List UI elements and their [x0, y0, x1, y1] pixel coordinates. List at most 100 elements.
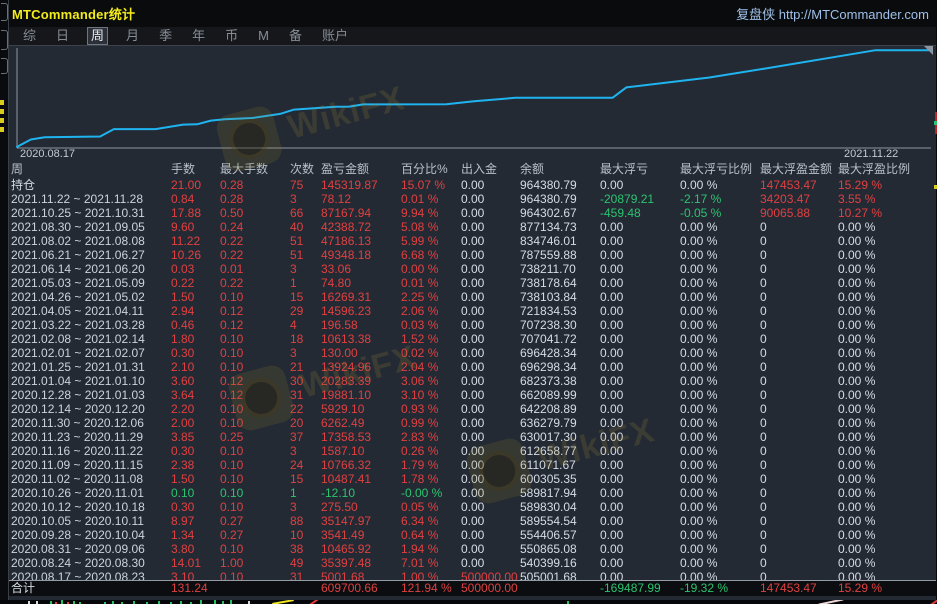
value-cell: -459.48 — [600, 206, 680, 220]
menu-item-币[interactable]: 币 — [223, 28, 240, 44]
value-cell: 3 — [290, 346, 321, 360]
menu-item-综[interactable]: 综 — [21, 28, 38, 44]
value-cell: 0.00 — [600, 416, 680, 430]
brand-link[interactable]: 复盘侠 http://MTCommander.com — [736, 4, 929, 23]
table-row[interactable]: 2020.10.12 ~ 2020.10.180.300.103275.500.… — [9, 500, 936, 514]
value-cell: 0.00 % — [680, 276, 760, 290]
value-cell: 51 — [290, 234, 321, 248]
value-cell: 964380.79 — [520, 178, 600, 192]
menu-item-日[interactable]: 日 — [54, 28, 71, 44]
period-cell: 2021.04.26 ~ 2021.05.02 — [11, 290, 171, 304]
mini-bar — [214, 600, 216, 604]
value-cell: 0 — [760, 262, 838, 276]
value-cell: 0.10 — [220, 542, 290, 556]
value-cell: 6.68 % — [401, 248, 461, 262]
value-cell: -0.00 % — [401, 486, 461, 500]
table-row[interactable]: 2020.10.26 ~ 2020.11.010.100.101-12.10-0… — [9, 486, 936, 500]
value-cell: 17.88 — [171, 206, 220, 220]
value-cell: 0 — [760, 374, 838, 388]
table-row[interactable]: 2020.11.09 ~ 2020.11.152.380.102410766.3… — [9, 458, 936, 472]
menu-item-周[interactable]: 周 — [87, 27, 108, 45]
value-cell: 15 — [290, 472, 321, 486]
value-cell: 0 — [760, 542, 838, 556]
period-cell: 2021.10.25 ~ 2021.10.31 — [11, 206, 171, 220]
value-cell: 2.25 % — [401, 290, 461, 304]
menu-item-备[interactable]: 备 — [287, 28, 304, 44]
table-row[interactable]: 2020.12.28 ~ 2021.01.033.640.123119881.1… — [9, 388, 936, 402]
value-cell: 3.10 % — [401, 388, 461, 402]
value-cell: 6262.49 — [321, 416, 401, 430]
table-row[interactable]: 2020.10.05 ~ 2020.10.118.970.278835147.9… — [9, 514, 936, 528]
table-row[interactable]: 2021.01.04 ~ 2021.01.103.600.123020283.3… — [9, 374, 936, 388]
table-row[interactable]: 2020.08.24 ~ 2020.08.3014.011.004935397.… — [9, 556, 936, 570]
value-cell: 0.00 — [461, 304, 520, 318]
table-row[interactable]: 2021.11.22 ~ 2021.11.280.840.28378.120.0… — [9, 192, 936, 206]
table-row[interactable]: 2021.06.21 ~ 2021.06.2710.260.225149348.… — [9, 248, 936, 262]
value-cell: 0.00 % — [680, 304, 760, 318]
table-row[interactable]: 2020.08.31 ~ 2020.09.063.800.103810465.9… — [9, 542, 936, 556]
table-row[interactable]: 2021.10.25 ~ 2021.10.3117.880.506687167.… — [9, 206, 936, 220]
value-cell: 0.00 % — [680, 444, 760, 458]
table-row[interactable]: 2020.12.14 ~ 2020.12.202.200.10225929.10… — [9, 402, 936, 416]
menu-item-季[interactable]: 季 — [157, 28, 174, 44]
table-row[interactable]: 2021.04.05 ~ 2021.04.112.940.122914596.2… — [9, 304, 936, 318]
value-cell — [220, 581, 290, 596]
value-cell: 0.10 — [220, 360, 290, 374]
table-row[interactable]: 2020.09.28 ~ 2020.10.041.340.27103541.49… — [9, 528, 936, 542]
table-row[interactable]: 2021.01.25 ~ 2021.01.312.100.102113924.9… — [9, 360, 936, 374]
weekly-stats-table: 周手数最大手数次数盈亏金额百分比%出入金余额最大浮亏最大浮亏比例最大浮盈金额最大… — [9, 161, 936, 596]
value-cell: 738178.64 — [520, 276, 600, 290]
table-row[interactable]: 2021.06.14 ~ 2021.06.200.030.01333.060.0… — [9, 262, 936, 276]
menu-item-M[interactable]: M — [256, 28, 271, 44]
value-cell: 34203.47 — [760, 192, 838, 206]
period-cell: 2020.10.12 ~ 2020.10.18 — [11, 500, 171, 514]
value-cell: 0.00 — [600, 542, 680, 556]
value-cell: 3 — [290, 262, 321, 276]
table-row[interactable]: 2021.08.30 ~ 2021.09.059.600.244042388.7… — [9, 220, 936, 234]
value-cell: 3 — [290, 192, 321, 206]
table-row[interactable]: 2020.11.02 ~ 2020.11.081.500.101510487.4… — [9, 472, 936, 486]
value-cell: 2.00 — [171, 416, 220, 430]
period-cell: 2021.08.30 ~ 2021.09.05 — [11, 220, 171, 234]
chart-corner-marker — [924, 46, 933, 55]
table-row[interactable]: 2021.03.22 ~ 2021.03.280.460.124196.580.… — [9, 318, 936, 332]
table-row[interactable]: 2021.05.03 ~ 2021.05.090.220.22174.800.0… — [9, 276, 936, 290]
table-row[interactable]: 2021.02.08 ~ 2021.02.141.800.101810613.3… — [9, 332, 936, 346]
value-cell: 0.00 % — [838, 416, 936, 430]
column-header: 盈亏金额 — [321, 161, 401, 178]
table-row[interactable]: 2020.11.23 ~ 2020.11.293.850.253717358.5… — [9, 430, 936, 444]
value-cell: 5.99 % — [401, 234, 461, 248]
left-edge-artifact — [0, 0, 8, 604]
table-row[interactable]: 2021.02.01 ~ 2021.02.070.300.103130.000.… — [9, 346, 936, 360]
value-cell: 2.04 % — [401, 360, 461, 374]
value-cell: 31 — [290, 388, 321, 402]
table-row[interactable]: 2021.08.02 ~ 2021.08.0811.220.225147186.… — [9, 234, 936, 248]
menu-item-月[interactable]: 月 — [124, 28, 141, 44]
value-cell: 3.80 — [171, 542, 220, 556]
value-cell: 9.60 — [171, 220, 220, 234]
menu-item-账户[interactable]: 账户 — [320, 28, 350, 44]
table-row[interactable]: 2020.11.16 ~ 2020.11.220.300.1031587.100… — [9, 444, 936, 458]
table-total-row[interactable]: 合计131.24609700.66121.94 %500000.00-16948… — [9, 580, 936, 596]
value-cell: 10487.41 — [321, 472, 401, 486]
value-cell: 0 — [760, 318, 838, 332]
value-cell: 738211.70 — [520, 262, 600, 276]
value-cell: 738103.84 — [520, 290, 600, 304]
value-cell: 0 — [760, 514, 838, 528]
value-cell: 0.10 — [220, 500, 290, 514]
value-cell: 14596.23 — [321, 304, 401, 318]
value-cell: 15 — [290, 290, 321, 304]
table-row[interactable]: 2020.11.30 ~ 2020.12.062.000.10206262.49… — [9, 416, 936, 430]
value-cell: 0.00 % — [838, 556, 936, 570]
value-cell: 131.24 — [171, 581, 220, 596]
value-cell: 0.12 — [220, 318, 290, 332]
column-header: 最大手数 — [220, 161, 290, 178]
value-cell: 10.26 — [171, 248, 220, 262]
value-cell: 0.00 — [600, 276, 680, 290]
table-row[interactable]: 持仓21.000.2875145319.8715.07 %0.00964380.… — [9, 178, 936, 192]
table-row[interactable]: 2021.04.26 ~ 2021.05.021.500.101516269.3… — [9, 290, 936, 304]
value-cell: 16269.31 — [321, 290, 401, 304]
title-bar: MTCommander统计 复盘侠 http://MTCommander.com — [9, 0, 936, 27]
value-cell: 0.00 — [461, 374, 520, 388]
menu-item-年[interactable]: 年 — [190, 28, 207, 44]
